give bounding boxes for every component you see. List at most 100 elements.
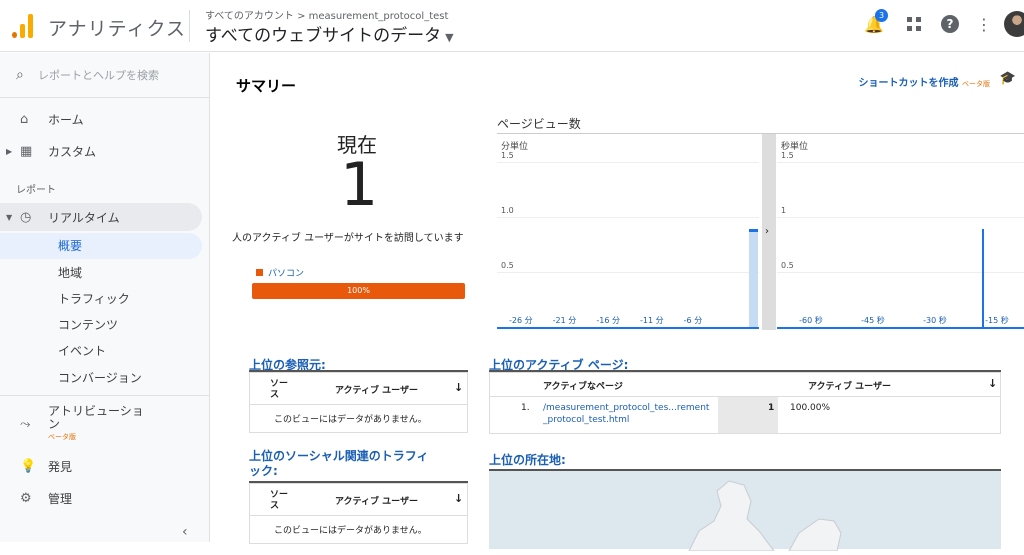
- view-name: すべてのウェブサイトのデータ: [205, 26, 442, 46]
- chart-bar[interactable]: [981, 229, 984, 327]
- sidebar-item-label: リアルタイム: [48, 210, 120, 225]
- chart-bar[interactable]: [749, 229, 758, 327]
- x-tick-label: -21 分: [552, 316, 577, 325]
- sort-arrow-icon[interactable]: ↓: [988, 377, 997, 390]
- sidebar-item-attribution[interactable]: ⤳ アトリビューション ベータ版: [0, 403, 210, 445]
- x-tick-label: -30 秒: [923, 316, 947, 325]
- sidebar-divider: [0, 97, 210, 98]
- col-active-users[interactable]: アクティブ ユーザー: [808, 379, 891, 392]
- row-users: 1: [768, 403, 775, 413]
- beta-badge: ベータ版: [48, 432, 76, 441]
- social-table: ソース アクティブ ユーザー ↓ このビューにはデータがありません。: [249, 483, 468, 544]
- sidebar-sub-traffic[interactable]: トラフィック: [0, 286, 210, 312]
- table-header: アクティブなページ アクティブ ユーザー ↓: [490, 373, 1000, 397]
- table-header: ソース アクティブ ユーザー ↓: [250, 484, 467, 516]
- active-users-count: 1: [340, 150, 379, 220]
- search-placeholder: レポートとヘルプを検索: [38, 69, 159, 82]
- reports-section-label: レポート: [16, 185, 56, 196]
- row-pct: 100.00%: [790, 403, 831, 413]
- sort-arrow-icon[interactable]: ↓: [454, 492, 463, 505]
- device-legend: パソコン: [256, 266, 304, 279]
- col-source[interactable]: ソース: [270, 490, 294, 512]
- col-source[interactable]: ソース: [270, 379, 294, 401]
- sidebar-item-home[interactable]: ⌂ ホーム: [0, 105, 210, 133]
- gridline: [777, 217, 1024, 218]
- y-tick-label: 1.0: [501, 206, 514, 215]
- x-tick-label: -45 秒: [861, 316, 885, 325]
- account-breadcrumb[interactable]: すべてのアカウント > measurement_protocol_test: [205, 7, 448, 22]
- table-header: ソース アクティブ ユーザー ↓: [250, 373, 467, 405]
- lightbulb-icon: 💡: [20, 458, 37, 474]
- gridline: [777, 162, 1024, 163]
- sidebar-sub-content[interactable]: コンテンツ: [0, 312, 210, 338]
- x-tick-label: -15 秒: [985, 316, 1009, 325]
- sidebar-item-discover[interactable]: 💡 発見: [0, 452, 210, 480]
- gridline: [497, 162, 759, 163]
- avatar[interactable]: [1004, 11, 1024, 37]
- attribution-icon: ⤳: [20, 416, 31, 432]
- notifications-icon[interactable]: 🔔 3: [862, 9, 888, 36]
- x-tick-label: -60 秒: [799, 316, 823, 325]
- sidebar-sub-overview[interactable]: 概要: [0, 233, 202, 259]
- shortcut-label: ショートカットを作成: [858, 78, 959, 89]
- app-name: アナリティクス: [48, 18, 186, 40]
- view-selector[interactable]: すべてのウェブサイトのデータ ▼: [205, 21, 454, 46]
- sidebar: ⌕ レポートとヘルプを検索 ⌂ ホーム ▶ ▦ カスタム レポート ▼ ◷ リアルタイム…: [0, 53, 210, 542]
- gridline: [777, 272, 1024, 273]
- x-tick-label: -16 分: [596, 316, 620, 325]
- map-graphic: [688, 480, 842, 552]
- chart-baseline: [777, 327, 1024, 329]
- col-active-page[interactable]: アクティブなページ: [543, 379, 623, 392]
- more-vert-icon[interactable]: ⋮: [972, 12, 996, 36]
- sort-arrow-icon[interactable]: ↓: [454, 381, 463, 394]
- chevron-down-icon: ▼: [6, 212, 13, 222]
- locations-title: 上位の所在地:: [489, 453, 566, 467]
- svg-text:?: ?: [947, 17, 954, 31]
- y-tick-label: 1: [781, 206, 787, 215]
- sidebar-sub-events[interactable]: イベント: [0, 338, 210, 364]
- row-index: 1.: [521, 403, 530, 413]
- x-tick-label: -6 分: [683, 316, 703, 325]
- sidebar-item-custom[interactable]: ▶ ▦ カスタム: [0, 137, 210, 165]
- active-users-description: 人のアクティブ ユーザーがサイトを訪問しています: [232, 233, 464, 244]
- main-content: サマリー ショートカットを作成 ベータ版 🎓 現在 1 人のアクティブ ユーザー…: [222, 63, 1024, 552]
- sidebar-item-label: 管理: [48, 491, 73, 506]
- device-share-bar: 100%: [252, 283, 465, 299]
- sidebar-item-admin[interactable]: ⚙ 管理: [0, 484, 210, 512]
- table-row: 1. /measurement_protocol_tes...rement_pr…: [490, 397, 1000, 433]
- sidebar-sub-conversions[interactable]: コンバージョン: [0, 365, 210, 391]
- empty-message: このビューにはデータがありません。: [274, 526, 427, 536]
- y-tick-label: 1.5: [781, 151, 794, 160]
- search-icon: ⌕: [16, 67, 24, 83]
- sidebar-item-realtime[interactable]: ▼ ◷ リアルタイム: [0, 203, 202, 231]
- collapse-sidebar-icon[interactable]: ‹: [182, 524, 188, 540]
- beta-badge: ベータ版: [962, 80, 990, 88]
- page-link[interactable]: /measurement_protocol_tes...rement_proto…: [543, 402, 711, 426]
- referrers-table: ソース アクティブ ユーザー ↓ このビューにはデータがありません。: [249, 372, 468, 433]
- x-tick-label: -11 分: [640, 316, 664, 325]
- search-input[interactable]: ⌕ レポートとヘルプを検索: [16, 67, 159, 83]
- active-pages-table: アクティブなページ アクティブ ユーザー ↓ 1. /measurement_p…: [489, 372, 1001, 434]
- col-active-users[interactable]: アクティブ ユーザー: [335, 494, 418, 507]
- help-icon[interactable]: ?: [938, 12, 962, 36]
- y-tick-label: 0.5: [501, 261, 514, 270]
- gear-icon: ⚙: [20, 490, 32, 506]
- sidebar-sub-locations[interactable]: 地域: [0, 260, 210, 286]
- pageviews-title: ページビュー数: [497, 117, 581, 131]
- analytics-logo-icon[interactable]: [12, 14, 34, 38]
- apps-grid-icon[interactable]: [902, 12, 926, 36]
- notification-badge: 3: [875, 9, 888, 22]
- create-shortcut-link[interactable]: ショートカットを作成 ベータ版: [859, 74, 990, 89]
- sidebar-divider: [0, 395, 210, 396]
- chevron-right-icon: ▶: [6, 146, 13, 156]
- x-tick-label: -26 分: [509, 316, 533, 325]
- pageviews-chart: 分単位 秒単位 0.5 1.0 1.5 -26 分 -21 分 -16 分 -11 分 -6 …: [497, 133, 1024, 330]
- device-label: パソコン: [268, 269, 305, 279]
- header-divider: [189, 10, 190, 42]
- home-icon: ⌂: [20, 111, 29, 127]
- locations-map[interactable]: [489, 469, 1001, 552]
- col-active-users[interactable]: アクティブ ユーザー: [335, 383, 418, 396]
- y-tick-label: 0.5: [781, 261, 794, 270]
- graduation-cap-icon[interactable]: 🎓: [1000, 71, 1016, 86]
- gridline: [497, 272, 759, 273]
